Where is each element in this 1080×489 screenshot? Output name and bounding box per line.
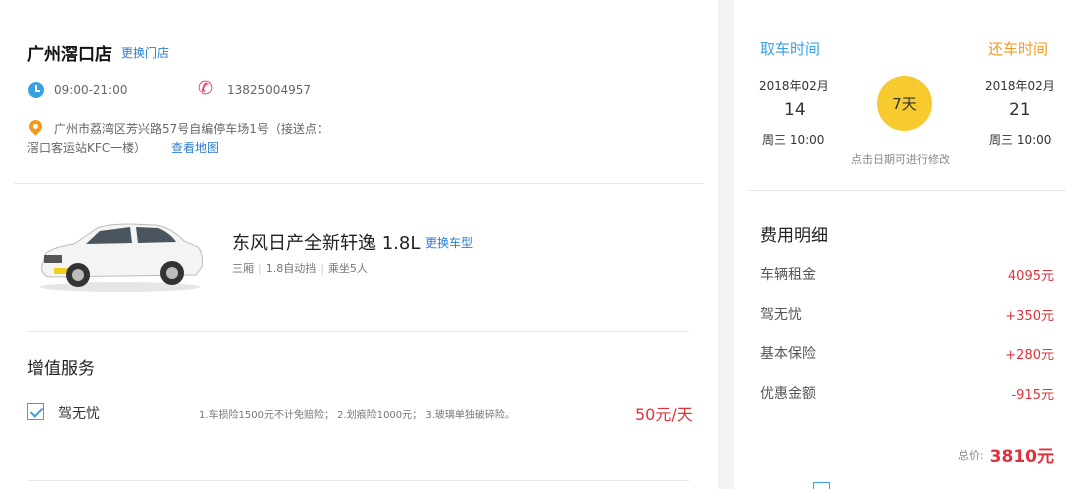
total-price-value: 3810元	[989, 447, 1054, 467]
car-spec-engine: 1.8自动挡	[265, 262, 317, 275]
pickup-day[interactable]: 14	[784, 100, 806, 120]
return-weekday-time[interactable]: 周三 10:00	[989, 131, 1051, 148]
service-name: 驾无忧	[58, 406, 100, 422]
car-specs: 三厢 | 1.8自动挡 | 乘坐5人	[232, 262, 368, 275]
fee-label: 车辆租金	[760, 267, 816, 283]
fee-value: +350元	[1005, 309, 1054, 324]
store-address-line2: 滘口客运站KFC一楼）	[27, 141, 147, 155]
car-model-name: 东风日产全新轩逸 1.8L	[232, 233, 421, 254]
total-price-label: 总价:	[958, 449, 984, 462]
agreement-checkbox[interactable]	[813, 482, 830, 489]
order-detail-panel: 广州滘口店 更换门店 09:00-21:00 ✆ 13825004957 广州市…	[0, 0, 718, 489]
change-car-link[interactable]: 更换车型	[425, 234, 473, 251]
store-phone: 13825004957	[227, 83, 311, 97]
store-hours: 09:00-21:00	[54, 83, 128, 97]
pickup-year-month[interactable]: 2018年02月	[759, 77, 829, 94]
store-name: 广州滘口店	[27, 45, 112, 65]
divider	[14, 183, 704, 184]
return-day[interactable]: 21	[1009, 100, 1031, 120]
service-price: 50元/天	[635, 405, 693, 424]
pickup-weekday-time[interactable]: 周三 10:00	[762, 131, 824, 148]
car-spec-seats: 乘坐5人	[327, 262, 368, 275]
store-address-line1: 广州市荔湾区芳兴路57号自编停车场1号（接送点：	[54, 122, 329, 136]
phone-icon: ✆	[198, 78, 214, 99]
date-edit-hint: 点击日期可进行修改	[851, 153, 950, 166]
car-spec-body: 三厢	[232, 262, 254, 275]
divider	[748, 190, 1066, 191]
divider	[27, 331, 689, 332]
car-image	[40, 223, 203, 292]
services-title: 增值服务	[27, 359, 95, 379]
change-store-link[interactable]: 更换门店	[121, 44, 169, 61]
fee-value: 4095元	[1007, 269, 1054, 284]
clock-icon	[28, 82, 44, 98]
fee-label: 优惠金额	[760, 386, 816, 402]
return-year-month[interactable]: 2018年02月	[985, 77, 1055, 94]
fee-detail-title: 费用明细	[760, 226, 828, 246]
service-description: 1.车损险1500元不计免赔险； 2.划痕险1000元； 3.玻璃单独破碎险。	[199, 410, 515, 421]
service-checkbox[interactable]	[27, 403, 44, 420]
fee-value: -915元	[1011, 388, 1054, 403]
return-time-label: 还车时间	[988, 40, 1049, 58]
location-pin-icon	[26, 117, 45, 136]
fee-label: 基本保险	[760, 346, 816, 362]
divider	[27, 480, 689, 481]
fee-label: 驾无忧	[760, 307, 802, 323]
view-map-link[interactable]: 查看地图	[171, 139, 219, 156]
pickup-time-label: 取车时间	[760, 40, 821, 58]
rental-duration-badge: 7天	[877, 76, 932, 131]
fee-value: +280元	[1005, 348, 1054, 363]
